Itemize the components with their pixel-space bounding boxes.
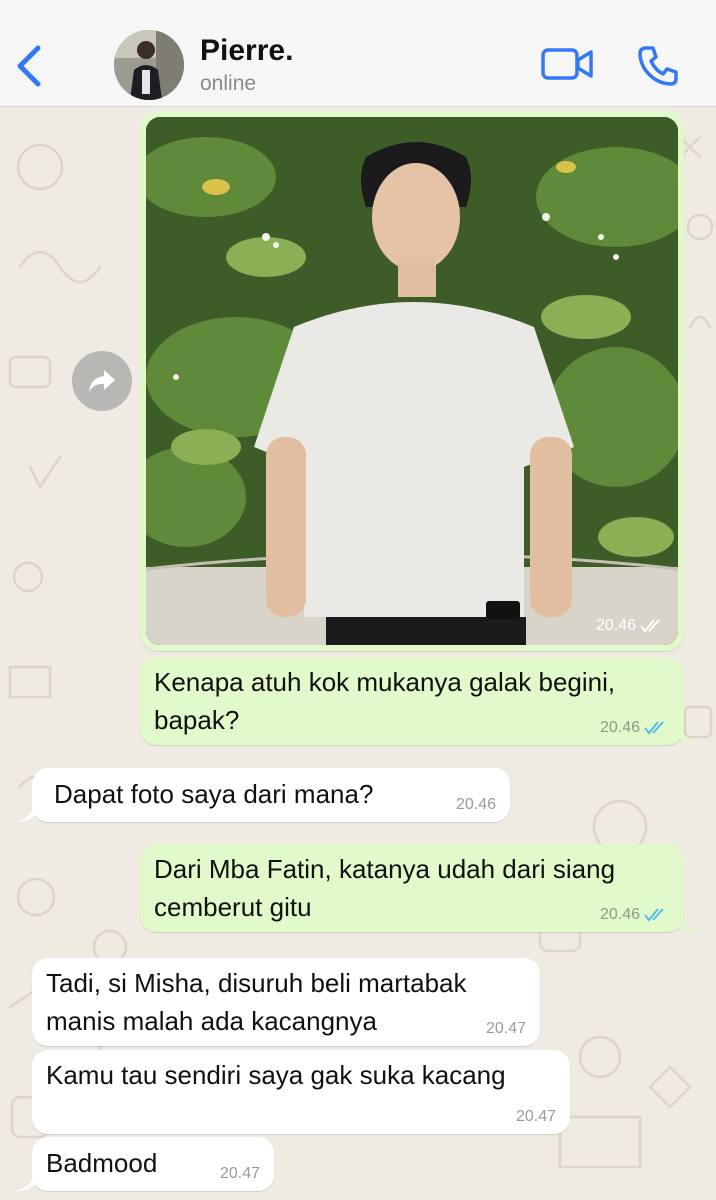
chat-header: Pierre. online: [0, 0, 716, 107]
message-meta: 20.46: [456, 796, 496, 814]
incoming-message[interactable]: Dapat foto saya dari mana? 20.46: [32, 768, 510, 822]
incoming-message[interactable]: Kamu tau sendiri saya gak suka kacang 20…: [32, 1050, 570, 1134]
message-text: Badmood: [46, 1148, 158, 1178]
outgoing-message[interactable]: Dari Mba Fatin, katanya udah dari siang …: [140, 844, 684, 932]
bubble-tail: [678, 726, 698, 744]
forward-button[interactable]: [72, 351, 132, 411]
message-line: bapak?: [154, 705, 240, 735]
message-line: manis malah ada kacangnya: [46, 1006, 377, 1036]
message-line: Tadi, si Misha, disuruh beli martabak: [46, 968, 467, 998]
message-text: Kamu tau sendiri saya gak suka kacang: [46, 1060, 506, 1090]
photo-image: [146, 117, 678, 645]
message-meta: 20.46: [596, 617, 664, 635]
message-line: Kenapa atuh kok mukanya galak begini,: [154, 667, 616, 697]
message-text: Kenapa atuh kok mukanya galak begini, ba…: [154, 663, 615, 739]
contact-name[interactable]: Pierre.: [200, 34, 293, 68]
message-time: 20.46: [455, 796, 496, 813]
message-text: Tadi, si Misha, disuruh beli martabak ma…: [46, 964, 467, 1040]
message-meta: 20.47: [220, 1165, 260, 1183]
image-message[interactable]: 20.46: [140, 111, 684, 651]
contact-avatar[interactable]: [114, 30, 184, 100]
video-call-icon[interactable]: [540, 44, 594, 84]
bubble-tail: [16, 804, 36, 822]
forward-icon: [89, 370, 115, 392]
contact-status: online: [200, 72, 257, 95]
bubble-tail: [678, 913, 698, 931]
message-line: Dari Mba Fatin, katanya udah dari siang: [154, 854, 616, 884]
bubble-tail: [16, 1173, 36, 1191]
message-time: 20.46: [595, 617, 636, 634]
chat-area[interactable]: 20.46 Kenapa atuh kok mukanya galak begi…: [0, 107, 716, 1200]
message-meta: 20.46: [600, 719, 668, 737]
message-line: cemberut gitu: [154, 892, 312, 922]
message-time: 20.46: [599, 719, 640, 736]
message-time: 20.47: [219, 1165, 260, 1182]
message-meta: 20.47: [516, 1108, 556, 1126]
message-text: Dari Mba Fatin, katanya udah dari siang …: [154, 850, 615, 926]
voice-call-icon[interactable]: [636, 44, 680, 88]
outgoing-message[interactable]: Kenapa atuh kok mukanya galak begini, ba…: [140, 657, 684, 745]
message-time: 20.46: [599, 906, 640, 923]
message-time: 20.47: [515, 1108, 556, 1125]
double-check-icon: [640, 619, 660, 633]
double-check-icon: [644, 908, 664, 922]
message-meta: 20.47: [486, 1020, 526, 1038]
incoming-message[interactable]: Tadi, si Misha, disuruh beli martabak ma…: [32, 958, 540, 1046]
incoming-message[interactable]: Badmood 20.47: [32, 1137, 274, 1191]
back-chevron-icon[interactable]: [14, 44, 44, 88]
avatar-image: [114, 30, 184, 100]
double-check-icon: [644, 721, 664, 735]
message-meta: 20.46: [600, 906, 668, 924]
message-text: Dapat foto saya dari mana?: [54, 779, 374, 809]
message-photo[interactable]: 20.46: [146, 117, 678, 645]
message-time: 20.47: [485, 1020, 526, 1037]
